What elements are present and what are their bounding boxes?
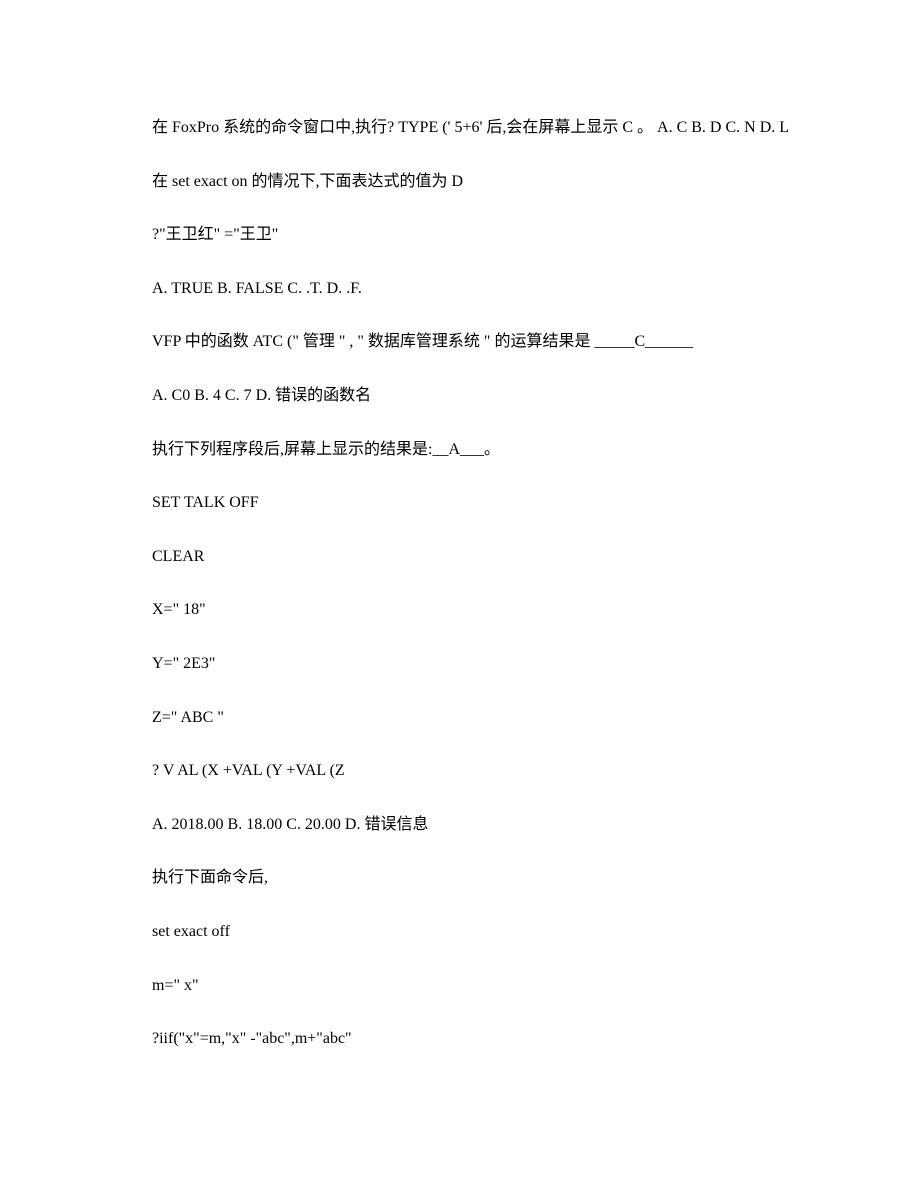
text-line: set exact off	[120, 919, 800, 945]
text-line: ?iif("x"=m,"x" -"abc",m+"abc"	[120, 1026, 800, 1052]
text-line: VFP 中的函数 ATC (" 管理 " , " 数据库管理系统 " 的运算结果…	[120, 329, 800, 355]
text-line: 在 set exact on 的情况下,下面表达式的值为 D	[120, 169, 800, 195]
text-line: ?"王卫红" ="王卫"	[120, 222, 800, 248]
text-line: Z=" ABC "	[120, 705, 800, 731]
text-line: X=" 18"	[120, 597, 800, 623]
text-line: A. TRUE B. FALSE C. .T. D. .F.	[120, 276, 800, 302]
text-line: m=" x"	[120, 973, 800, 999]
text-line: A. 2018.00 B. 18.00 C. 20.00 D. 错误信息	[120, 812, 800, 838]
text-line: SET TALK OFF	[120, 490, 800, 516]
text-line: CLEAR	[120, 544, 800, 570]
text-line: 执行下面命令后,	[120, 865, 800, 891]
text-line: ? V AL (X +VAL (Y +VAL (Z	[120, 758, 800, 784]
text-line: 在 FoxPro 系统的命令窗口中,执行? TYPE (' 5+6' 后,会在屏…	[120, 115, 800, 141]
text-line: Y=" 2E3"	[120, 651, 800, 677]
text-line: 执行下列程序段后,屏幕上显示的结果是:__A___。	[120, 437, 800, 463]
text-line: A. C0 B. 4 C. 7 D. 错误的函数名	[120, 383, 800, 409]
document-content: 在 FoxPro 系统的命令窗口中,执行? TYPE (' 5+6' 后,会在屏…	[120, 115, 800, 1052]
